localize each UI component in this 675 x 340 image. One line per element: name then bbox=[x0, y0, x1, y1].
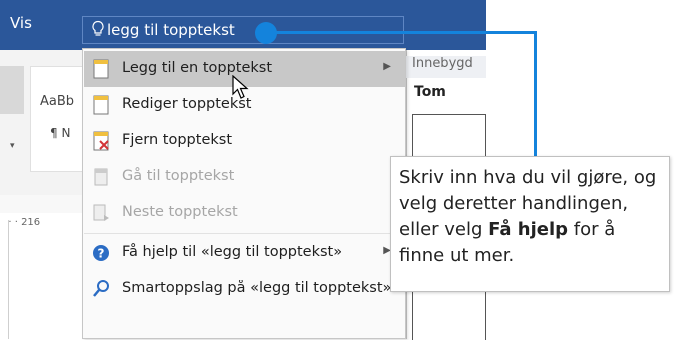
callout-line-horizontal bbox=[265, 31, 537, 34]
edit-header-icon bbox=[93, 95, 109, 115]
menu-separator bbox=[84, 233, 405, 234]
tooltip: Skriv inn hva du vil gjøre, og velg dere… bbox=[390, 156, 670, 292]
header-page-icon bbox=[93, 59, 109, 79]
menu-item-label: Neste topptekst bbox=[122, 204, 238, 220]
smart-lookup-icon bbox=[93, 280, 109, 297]
svg-text:?: ? bbox=[98, 247, 105, 261]
help-icon: ? bbox=[93, 245, 109, 261]
gallery-header: Innebygd bbox=[406, 56, 486, 78]
gallery-item-label: Tom bbox=[414, 84, 446, 100]
tab-vis[interactable]: Vis bbox=[10, 14, 32, 32]
menu-item-smart-lookup[interactable]: Smartoppslag på «legg til topptekst» bbox=[84, 271, 405, 307]
callout-dot bbox=[255, 22, 277, 44]
style-preview: AaBb bbox=[40, 94, 75, 109]
tell-me-search-box[interactable]: legg til topptekst bbox=[82, 16, 404, 44]
callout-line-vertical bbox=[534, 31, 537, 156]
menu-item-goto-header[interactable]: Gå til topptekst bbox=[84, 159, 405, 195]
mouse-cursor-icon bbox=[232, 75, 249, 99]
menu-item-label: Legg til en topptekst bbox=[122, 60, 273, 76]
document-edge bbox=[0, 220, 9, 339]
menu-item-label: Gå til topptekst bbox=[122, 168, 235, 184]
next-header-icon bbox=[93, 204, 109, 221]
menu-item-label: Fjern topptekst bbox=[122, 132, 233, 148]
ribbon-button-left[interactable] bbox=[0, 66, 24, 114]
menu-item-next-header[interactable]: Neste topptekst bbox=[84, 195, 405, 231]
menu-item-label: Få hjelp til «legg til topptekst» bbox=[122, 244, 343, 260]
remove-header-icon bbox=[93, 131, 109, 151]
tooltip-bold-text: Få hjelp bbox=[488, 219, 569, 240]
ruler bbox=[0, 195, 90, 213]
goto-header-icon bbox=[94, 168, 108, 186]
style-gallery-card[interactable] bbox=[30, 66, 88, 172]
chevron-down-icon[interactable]: ▾ bbox=[10, 141, 15, 151]
menu-item-get-help[interactable]: ? Få hjelp til «legg til topptekst» ▶ bbox=[84, 235, 405, 271]
tell-me-query: legg til topptekst bbox=[107, 21, 235, 39]
lightbulb-icon bbox=[92, 20, 104, 36]
style-name: ¶ N bbox=[50, 126, 71, 140]
menu-item-remove-header[interactable]: Fjern topptekst bbox=[84, 123, 405, 159]
menu-item-label: Smartoppslag på «legg til topptekst» bbox=[122, 280, 392, 296]
submenu-arrow-icon: ▶ bbox=[383, 61, 391, 72]
